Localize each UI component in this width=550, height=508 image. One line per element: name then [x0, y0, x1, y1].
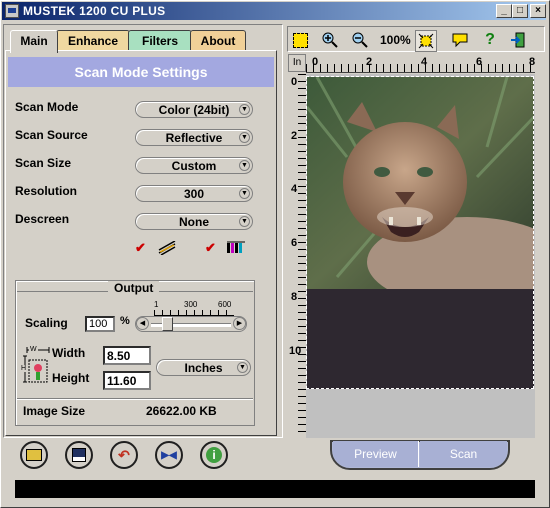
- chevron-down-icon: ▼: [239, 216, 250, 227]
- height-label: Height: [52, 371, 90, 385]
- comment-icon[interactable]: [450, 30, 470, 50]
- select-area-icon[interactable]: [290, 30, 310, 50]
- auto-level-check-icon[interactable]: ✔: [135, 240, 146, 256]
- scale-tick-label: 600: [218, 300, 232, 309]
- scan-size-select[interactable]: Custom ▼: [135, 157, 253, 174]
- slider-thumb[interactable]: [162, 317, 173, 331]
- ruler-v-tick: 2: [291, 130, 298, 142]
- descreen-select[interactable]: None ▼: [135, 213, 253, 230]
- units-value: Inches: [184, 361, 223, 375]
- zoom-level[interactable]: 100%: [380, 33, 411, 47]
- undo-icon: ↶: [118, 446, 130, 463]
- tab-main[interactable]: Main: [10, 30, 58, 53]
- dimension-h-letter: H: [21, 365, 27, 372]
- reset-arrows-icon: ▶◀: [161, 449, 177, 461]
- save-button[interactable]: [65, 441, 93, 469]
- auto-level-icon[interactable]: [158, 240, 176, 256]
- maximize-button[interactable]: □: [512, 4, 528, 18]
- info-button[interactable]: i: [200, 441, 228, 469]
- help-icon[interactable]: ?: [480, 30, 500, 50]
- scaling-unit: %: [120, 315, 130, 327]
- scan-mode-banner: Scan Mode Settings: [8, 57, 274, 87]
- scaling-input[interactable]: [85, 316, 115, 332]
- scanner-app-icon: [5, 4, 19, 18]
- status-bar: [15, 480, 535, 498]
- fit-to-window-icon[interactable]: [415, 30, 437, 52]
- scan-source-label: Scan Source: [15, 128, 88, 142]
- ruler-v-tick: 6: [291, 237, 298, 249]
- preview-image: [307, 77, 534, 289]
- chevron-down-icon: ▼: [237, 362, 248, 373]
- scan-mode-value: Color (24bit): [158, 103, 230, 117]
- scan-size-value: Custom: [171, 159, 217, 173]
- zoom-in-icon[interactable]: [320, 30, 340, 50]
- ruler-v-tick: 0: [291, 76, 298, 88]
- color-match-icon[interactable]: [227, 241, 245, 255]
- exit-icon[interactable]: [508, 30, 528, 50]
- width-label: Width: [52, 346, 86, 360]
- ruler-h-marks: [306, 64, 535, 72]
- title-bar[interactable]: MUSTEK 1200 CU PLUS _ □ ×: [2, 2, 546, 20]
- zoom-out-icon[interactable]: [350, 30, 370, 50]
- scaling-label: Scaling: [25, 316, 68, 330]
- output-divider: [17, 398, 253, 400]
- dimension-w-letter: W: [29, 346, 38, 353]
- scale-tick-label: 300: [184, 300, 198, 309]
- scan-mode-label: Scan Mode: [15, 100, 79, 114]
- output-title: Output: [108, 281, 160, 295]
- minimize-button[interactable]: _: [496, 4, 512, 18]
- scan-mode-select[interactable]: Color (24bit) ▼: [135, 101, 253, 118]
- resolution-select[interactable]: 300 ▼: [135, 185, 253, 202]
- chevron-down-icon: ▼: [239, 188, 250, 199]
- ruler-v-tick: 4: [291, 183, 298, 195]
- height-input[interactable]: [103, 371, 151, 390]
- chevron-down-icon: ▼: [239, 132, 250, 143]
- open-file-button[interactable]: [20, 441, 48, 469]
- color-match-check-icon[interactable]: ✔: [205, 240, 216, 256]
- ruler-v-marks: [298, 74, 306, 438]
- chevron-down-icon: ▼: [239, 160, 250, 171]
- scan-size-label: Scan Size: [15, 156, 72, 170]
- ruler-unit[interactable]: In: [288, 54, 306, 72]
- window-title: MUSTEK 1200 CU PLUS: [23, 4, 166, 18]
- slider-right-arrow-icon[interactable]: ▶: [233, 317, 246, 330]
- scale-tick-label: 1: [154, 300, 159, 309]
- preview-button[interactable]: Preview: [333, 441, 419, 467]
- resolution-label: Resolution: [15, 184, 77, 198]
- scan-button[interactable]: Scan: [420, 441, 507, 467]
- descreen-label: Descreen: [15, 212, 70, 226]
- ruler-v-tick: 8: [291, 291, 298, 303]
- width-input[interactable]: [103, 346, 151, 365]
- units-select[interactable]: Inches ▼: [156, 359, 251, 376]
- image-size-label: Image Size: [23, 404, 86, 418]
- descreen-value: None: [179, 215, 209, 229]
- folder-open-icon: [26, 449, 42, 461]
- preview-dark-region: [307, 289, 534, 389]
- chevron-down-icon: ▼: [239, 104, 250, 115]
- floppy-icon: [72, 448, 86, 462]
- info-icon: i: [206, 447, 222, 463]
- resolution-value: 300: [183, 187, 205, 201]
- close-button[interactable]: ×: [530, 4, 546, 18]
- slider-left-arrow-icon[interactable]: ◀: [136, 317, 149, 330]
- scan-source-select[interactable]: Reflective ▼: [135, 129, 253, 146]
- undo-button[interactable]: ↶: [110, 441, 138, 469]
- image-size-value: 26622.00 KB: [146, 404, 217, 418]
- scan-source-value: Reflective: [165, 131, 223, 145]
- reset-button[interactable]: ▶◀: [155, 441, 183, 469]
